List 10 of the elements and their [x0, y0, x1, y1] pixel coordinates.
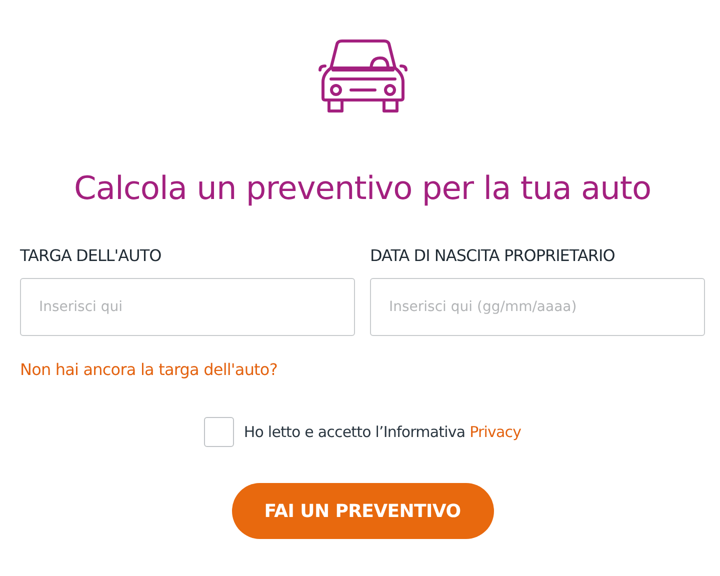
submit-button[interactable]: FAI UN PREVENTIVO	[232, 483, 494, 539]
input-field[interactable]: Inserisci qui (gg/mm/aaaa)	[370, 278, 705, 336]
field-label: DATA DI NASCITA PROPRIETARIO	[370, 245, 616, 267]
page-title: Calcola un preventivo per la tua auto	[72, 168, 652, 208]
privacy-link[interactable]: Privacy	[470, 423, 522, 441]
input-field[interactable]: Inserisci qui	[20, 278, 355, 336]
help-link[interactable]: Non hai ancora la targa dell'auto?	[20, 360, 278, 379]
consent-checkbox[interactable]	[204, 417, 234, 447]
field-label: TARGA DELL'AUTO	[20, 245, 162, 267]
consent-text: Ho letto e accetto l’Informativa Privacy	[244, 423, 522, 441]
